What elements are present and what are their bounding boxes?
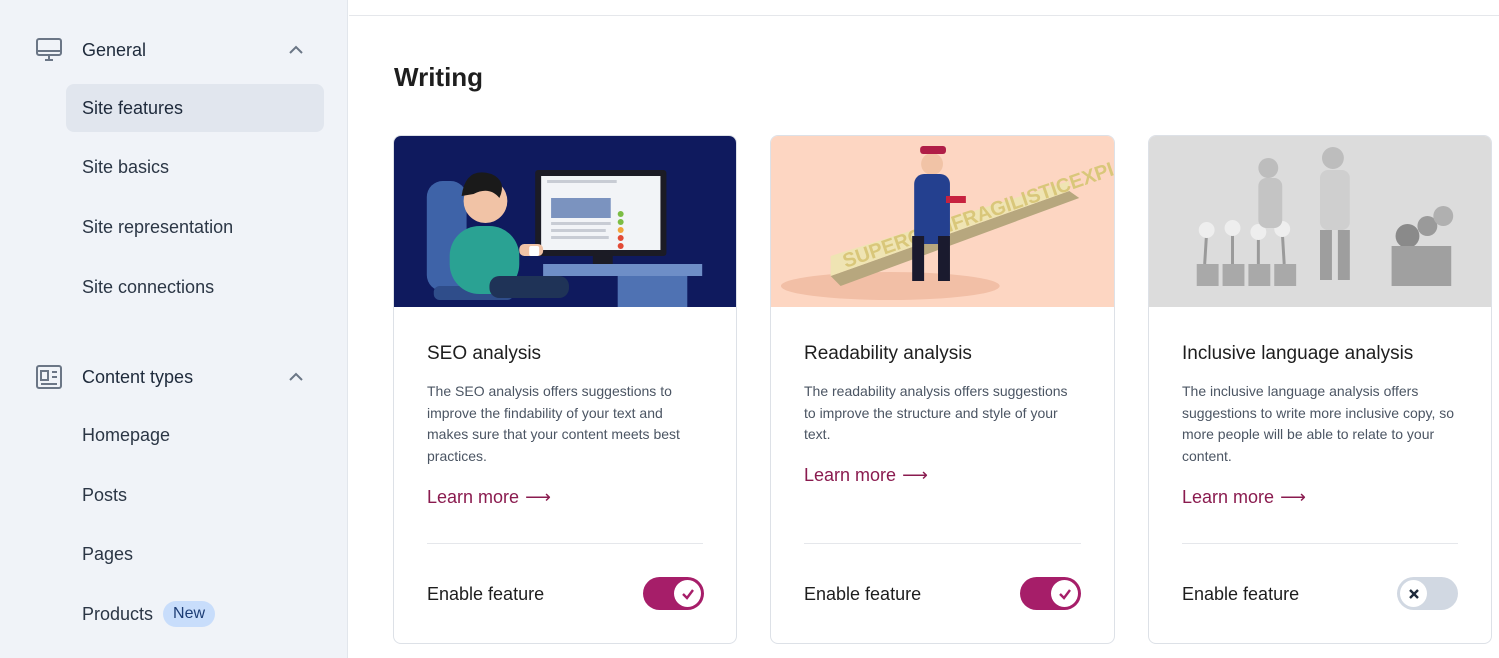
card-description: The inclusive language analysis offers s… — [1182, 383, 1455, 465]
inclusive-language-analysis-card: Inclusive language analysis The inclusiv… — [1148, 135, 1492, 644]
learn-more-label: Learn more — [427, 487, 520, 507]
arrow-right-icon: ⟶ — [902, 465, 928, 485]
learn-more-label: Learn more — [804, 465, 897, 485]
seo-analysis-toggle[interactable] — [643, 577, 704, 610]
sidebar-item-label: Pages — [82, 543, 134, 564]
learn-more-link[interactable]: Learn more ⟶ — [804, 465, 928, 486]
chevron-up-icon — [289, 45, 303, 54]
sidebar-group-label: General — [82, 39, 147, 60]
sidebar-item-label: Site representation — [82, 216, 234, 237]
sidebar-item-products[interactable]: Products New — [66, 590, 324, 638]
sidebar-item-label: Homepage — [82, 424, 171, 445]
sidebar-item-label: Site basics — [82, 156, 170, 177]
card-divider — [427, 543, 703, 544]
checkmark-icon — [1051, 580, 1078, 607]
sidebar-group-general[interactable]: General — [34, 30, 314, 70]
enable-feature-label: Enable feature — [1182, 584, 1300, 604]
card-divider — [804, 543, 1081, 544]
checkmark-icon — [674, 580, 701, 607]
new-badge: New — [163, 601, 216, 627]
page-title: Writing — [394, 62, 484, 92]
seo-illustration — [394, 136, 736, 307]
sidebar-item-site-basics[interactable]: Site basics — [66, 143, 324, 191]
header-divider — [349, 15, 1499, 16]
card-divider — [1182, 543, 1458, 544]
sidebar-item-label: Site connections — [82, 276, 215, 297]
card-title: SEO analysis — [427, 343, 542, 364]
sidebar: General Site features Site basics Site r… — [0, 0, 348, 658]
learn-more-link[interactable]: Learn more ⟶ — [1182, 487, 1306, 508]
close-icon — [1400, 580, 1427, 607]
sidebar-item-site-representation[interactable]: Site representation — [66, 203, 324, 251]
card-description: The SEO analysis offers suggestions to i… — [427, 383, 680, 465]
enable-feature-label: Enable feature — [804, 584, 922, 604]
sidebar-item-site-connections[interactable]: Site connections — [66, 263, 324, 311]
readability-illustration: SUPERCALIFRAGILISTICEXPIALIDOCIOUS — [771, 136, 1114, 307]
content-types-icon — [34, 362, 64, 392]
card-description: The readability analysis offers suggesti… — [804, 383, 1068, 443]
learn-more-label: Learn more — [1182, 487, 1275, 507]
sidebar-item-homepage[interactable]: Homepage — [66, 411, 324, 459]
inclusive-language-illustration — [1149, 136, 1491, 307]
seo-analysis-card: SEO analysis The SEO analysis offers sug… — [393, 135, 737, 644]
readability-analysis-card: SUPERCALIFRAGILISTICEXPIALIDOCIOUS Reada… — [770, 135, 1115, 644]
learn-more-link[interactable]: Learn more ⟶ — [427, 487, 551, 508]
sidebar-item-label: Posts — [82, 484, 128, 505]
chevron-up-icon — [289, 372, 303, 381]
desktop-icon — [34, 35, 64, 65]
sidebar-item-label: Site features — [82, 97, 184, 118]
sidebar-item-label: Products — [82, 603, 154, 624]
readability-analysis-toggle[interactable] — [1020, 577, 1081, 610]
sidebar-group-content-types[interactable]: Content types — [34, 357, 314, 397]
arrow-right-icon: ⟶ — [1280, 487, 1306, 507]
arrow-right-icon: ⟶ — [525, 487, 551, 507]
sidebar-item-site-features[interactable]: Site features — [66, 84, 324, 132]
enable-feature-label: Enable feature — [427, 584, 545, 604]
sidebar-item-pages[interactable]: Pages — [66, 530, 324, 578]
sidebar-group-label: Content types — [82, 366, 194, 387]
card-title: Inclusive language analysis — [1182, 343, 1414, 364]
sidebar-item-posts[interactable]: Posts — [66, 471, 324, 519]
card-title: Readability analysis — [804, 343, 972, 364]
inclusive-language-analysis-toggle[interactable] — [1397, 577, 1458, 610]
